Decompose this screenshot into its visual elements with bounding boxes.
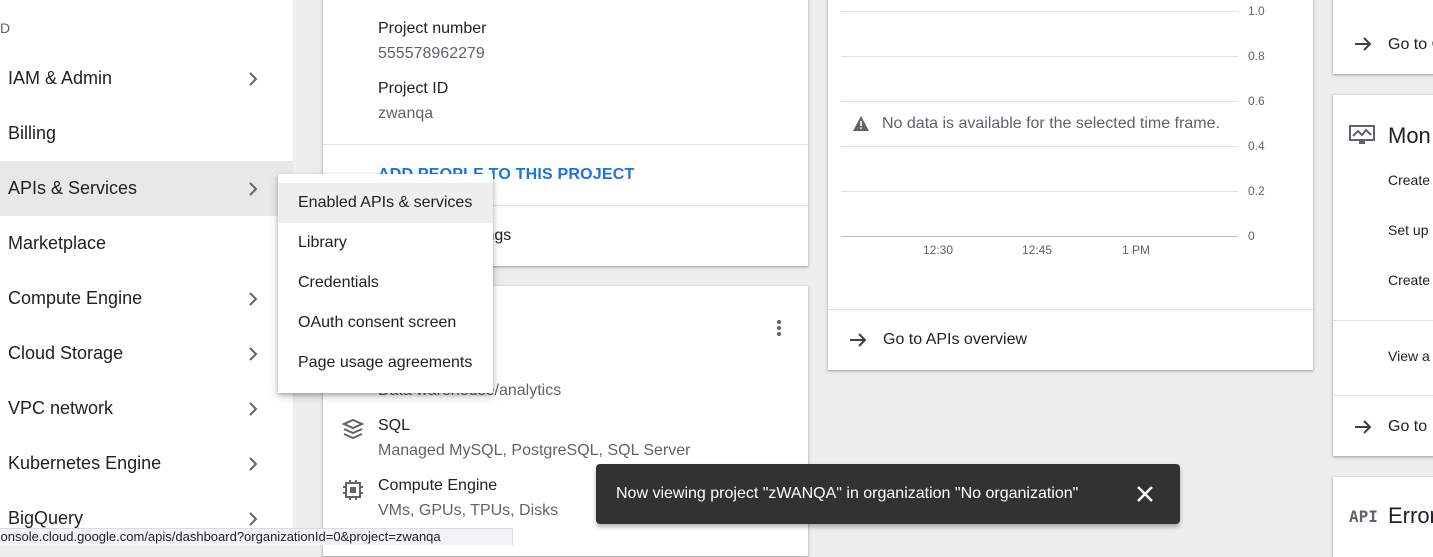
sidebar-item-label: Kubernetes Engine — [8, 453, 162, 473]
snackbar-message: Now viewing project "zWANQA" in organiza… — [616, 485, 1079, 502]
chart-gridline — [841, 56, 1238, 57]
warning-icon — [852, 115, 870, 133]
sidebar-item-label: Marketplace — [8, 233, 107, 253]
menu-item-oauth-consent[interactable]: OAuth consent screen — [278, 303, 493, 343]
chevron-right-icon — [246, 401, 260, 416]
chevron-right-icon — [246, 346, 260, 361]
api-icon: API — [1349, 507, 1378, 526]
sidebar-item-label: APIs & Services — [8, 178, 138, 198]
right-top-link[interactable]: Go to C — [1388, 36, 1433, 54]
monitoring-icon — [1349, 125, 1375, 145]
y-tick-label: 0.2 — [1248, 184, 1265, 198]
close-icon[interactable] — [1137, 486, 1153, 502]
more-options-icon[interactable] — [769, 318, 789, 338]
chevron-right-icon — [246, 456, 260, 471]
x-tick-label: 12:30 — [923, 243, 954, 257]
y-tick-label: 0 — [1248, 229, 1255, 243]
sidebar-item-iam-admin[interactable]: IAM & Admin — [0, 51, 293, 106]
x-tick-label: 1 PM — [1122, 243, 1151, 257]
no-data-message: No data is available for the selected ti… — [882, 115, 1220, 133]
resource-name[interactable]: Compute Engine — [378, 477, 497, 495]
monitoring-title: Mon — [1388, 123, 1431, 148]
right-top-card: Go to C — [1333, 0, 1433, 74]
divider — [323, 144, 808, 145]
menu-item-page-usage[interactable]: Page usage agreements — [278, 343, 493, 383]
go-to-apis-overview-link[interactable]: Go to APIs overview — [883, 331, 1027, 349]
menu-item-label: Enabled APIs & services — [298, 194, 473, 211]
sidebar-item-billing[interactable]: Billing — [0, 106, 293, 161]
resource-name[interactable]: SQL — [378, 417, 410, 435]
sidebar-heading: D — [0, 20, 11, 36]
resource-desc: Managed MySQL, PostgreSQL, SQL Server — [378, 442, 691, 459]
sidebar-item-label: VPC network — [8, 398, 114, 418]
sidebar-item-kubernetes-engine[interactable]: Kubernetes Engine — [0, 436, 293, 491]
x-tick-label: 12:45 — [1022, 243, 1053, 257]
menu-item-credentials[interactable]: Credentials — [278, 263, 493, 303]
chart-gridline — [841, 146, 1238, 147]
chart-gridline — [841, 236, 1238, 237]
y-tick-label: 0.4 — [1248, 139, 1265, 153]
monitoring-item[interactable]: Create — [1388, 172, 1430, 188]
sidebar-item-label: BigQuery — [8, 508, 84, 528]
resource-desc: VMs, GPUs, TPUs, Disks — [378, 502, 559, 519]
chevron-right-icon — [246, 181, 260, 196]
project-number-label: Project number — [378, 20, 487, 37]
errors-card: API Error — [1333, 477, 1433, 557]
menu-item-label: OAuth consent screen — [298, 314, 457, 331]
arrow-right-icon[interactable] — [1353, 34, 1373, 54]
sidebar-item-apis-services[interactable]: APIs & Services — [0, 161, 293, 216]
monitoring-item[interactable]: Set up — [1388, 222, 1428, 238]
menu-item-library[interactable]: Library — [278, 223, 493, 263]
sidebar-item-compute-engine[interactable]: Compute Engine — [0, 271, 293, 326]
chevron-right-icon — [246, 291, 260, 306]
sidebar-item-label: IAM & Admin — [8, 68, 113, 88]
monitoring-card: Mon Create Set up Create View a Go to I — [1333, 95, 1433, 456]
status-url-text: console.cloud.google.com/apis/dashboard?… — [0, 529, 441, 544]
sidebar-item-marketplace[interactable]: Marketplace — [0, 216, 293, 271]
arrow-right-icon[interactable] — [848, 330, 868, 350]
chart-gridline — [841, 101, 1238, 102]
monitoring-go-to-link[interactable]: Go to I — [1388, 418, 1433, 436]
sidebar-item-label: Cloud Storage — [8, 343, 124, 363]
divider — [1333, 395, 1433, 396]
browser-status-url: console.cloud.google.com/apis/dashboard?… — [0, 528, 513, 545]
apis-traffic-card: 1.0 0.8 0.6 0.4 0.2 0 12:30 12:45 1 PM No data i… — [828, 0, 1313, 370]
navigation-sidebar: D IAM & Admin Billing APIs & Services Marke… — [0, 0, 293, 544]
project-id-label: Project ID — [378, 80, 449, 97]
apis-services-submenu: Enabled APIs & services Library Credenti… — [278, 174, 493, 393]
traffic-chart: 1.0 0.8 0.6 0.4 0.2 0 12:30 12:45 1 PM — [828, 0, 1313, 270]
errors-title: Error — [1388, 503, 1433, 528]
menu-item-label: Page usage agreements — [298, 354, 473, 371]
divider — [828, 309, 1313, 310]
sidebar-item-vpc-network[interactable]: VPC network — [0, 381, 293, 436]
chart-gridline — [841, 191, 1238, 192]
sidebar-item-label: Billing — [8, 123, 57, 143]
sidebar-item-label: Compute Engine — [8, 288, 143, 308]
menu-item-label: Library — [298, 234, 347, 251]
y-tick-label: 0.6 — [1248, 94, 1265, 108]
y-tick-label: 1.0 — [1248, 4, 1265, 18]
chevron-right-icon — [246, 71, 260, 86]
compute-engine-icon — [342, 479, 364, 501]
project-id-value: zwanqa — [378, 105, 434, 122]
sql-icon — [341, 418, 365, 442]
chart-gridline — [841, 11, 1238, 12]
y-tick-label: 0.8 — [1248, 49, 1265, 63]
arrow-right-icon[interactable] — [1353, 417, 1373, 437]
monitoring-view-item[interactable]: View a — [1388, 348, 1430, 364]
project-number-value: 555578962279 — [378, 45, 485, 62]
sidebar-item-cloud-storage[interactable]: Cloud Storage — [0, 326, 293, 381]
menu-item-enabled-apis[interactable]: Enabled APIs & services — [278, 183, 493, 223]
menu-item-label: Credentials — [298, 274, 379, 291]
monitoring-item[interactable]: Create — [1388, 272, 1430, 288]
snackbar-notification: Now viewing project "zWANQA" in organiza… — [596, 464, 1180, 524]
chevron-right-icon — [246, 511, 260, 526]
divider — [1333, 320, 1433, 321]
